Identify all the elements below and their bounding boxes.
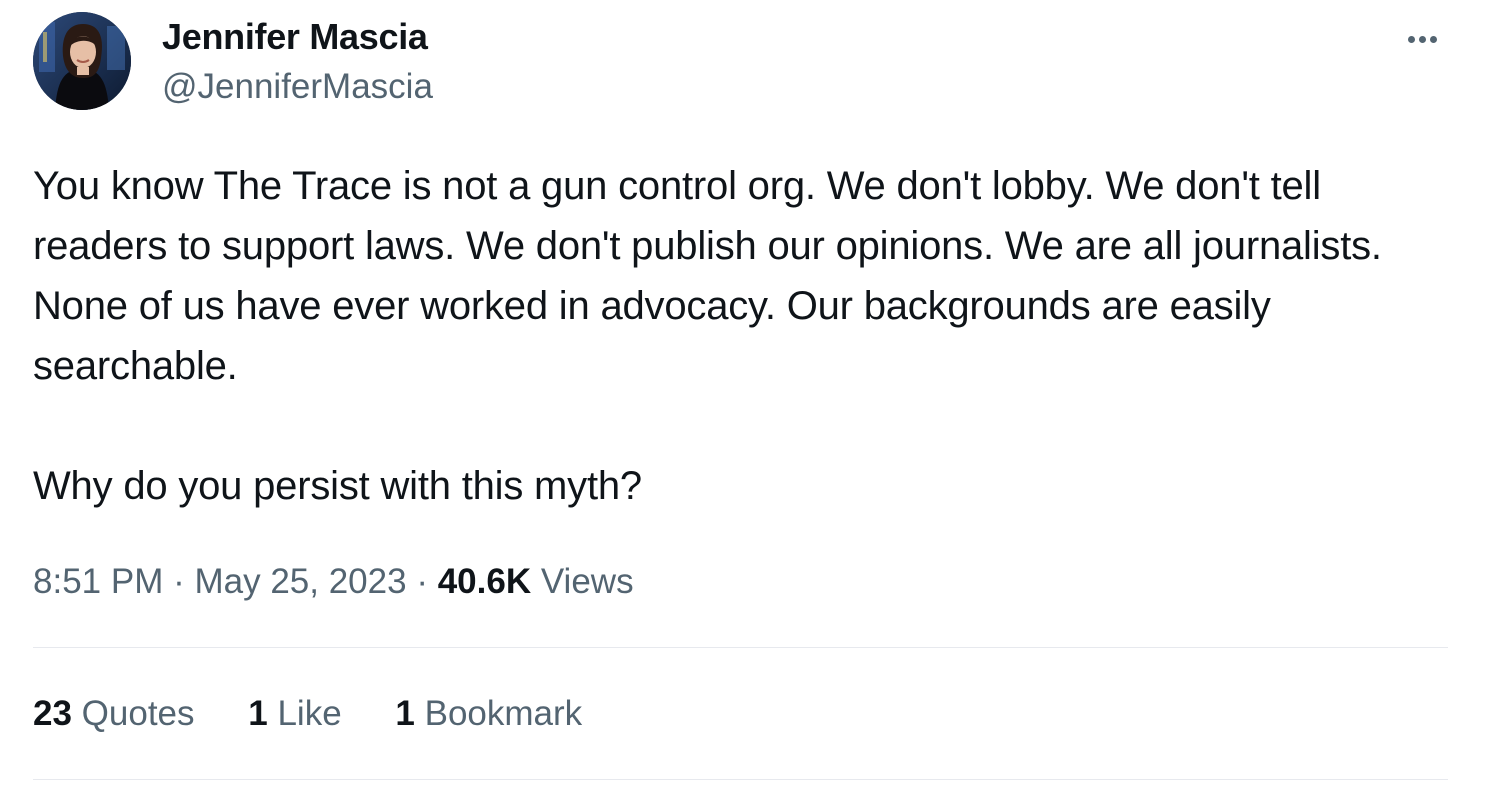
avatar-photo-icon — [33, 12, 131, 110]
divider — [33, 779, 1448, 780]
more-dot-icon — [1430, 36, 1437, 43]
more-dot-icon — [1408, 36, 1415, 43]
tweet-text: You know The Trace is not a gun control … — [33, 156, 1463, 516]
tweet-card: Jennifer Mascia @JenniferMascia You know… — [0, 0, 1501, 796]
meta-separator: · — [173, 562, 185, 601]
tweet-paragraph: You know The Trace is not a gun control … — [33, 164, 1382, 388]
tweet-time[interactable]: 8:51 PM — [33, 562, 163, 601]
tweet-date[interactable]: May 25, 2023 — [194, 562, 406, 601]
tweet-meta: 8:51 PM · May 25, 2023 · 40.6K Views — [33, 558, 634, 606]
likes-count: 1 — [248, 694, 268, 733]
quotes-count: 23 — [33, 694, 72, 733]
bookmarks-count: 1 — [395, 694, 415, 733]
tweet-paragraph: Why do you persist with this myth? — [33, 464, 642, 508]
author-display-name[interactable]: Jennifer Mascia — [162, 16, 428, 58]
author-handle[interactable]: @JenniferMascia — [162, 66, 433, 108]
bookmarks-stat[interactable]: 1 Bookmark — [395, 690, 582, 738]
more-options-button[interactable] — [1398, 20, 1446, 56]
views-count: 40.6K — [437, 562, 532, 601]
meta-separator: · — [416, 562, 428, 601]
likes-stat[interactable]: 1 Like — [248, 690, 341, 738]
divider — [33, 647, 1448, 648]
views-label: Views — [540, 562, 634, 601]
engagement-stats: 23 Quotes 1 Like 1 Bookmark — [33, 690, 582, 738]
more-dot-icon — [1419, 36, 1426, 43]
author-avatar[interactable] — [33, 12, 131, 110]
bookmarks-label: Bookmark — [424, 694, 583, 733]
quotes-label: Quotes — [81, 694, 195, 733]
likes-label: Like — [277, 694, 342, 733]
quotes-stat[interactable]: 23 Quotes — [33, 690, 195, 738]
